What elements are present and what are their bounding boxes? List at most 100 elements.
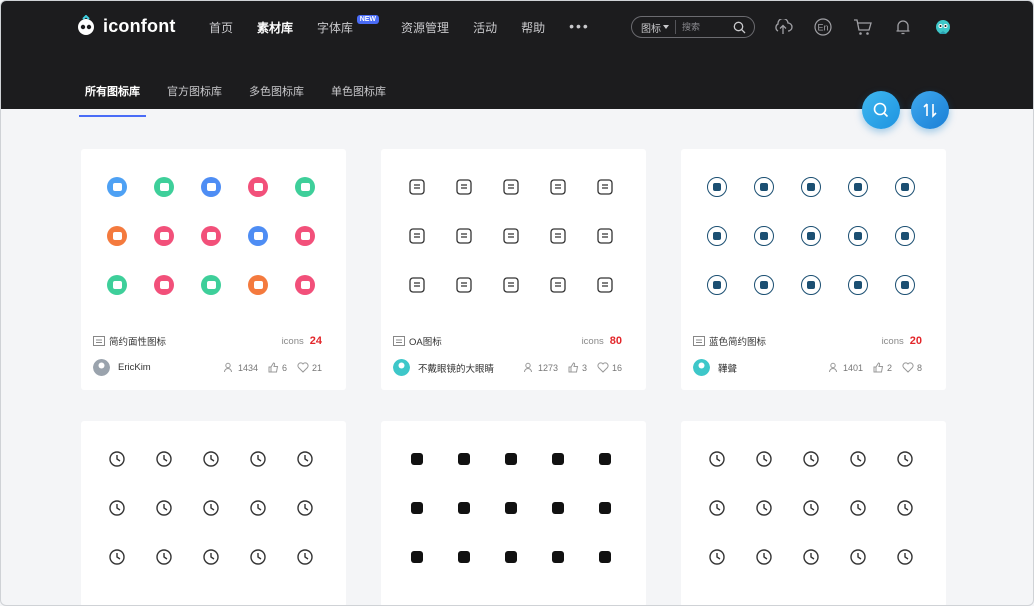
card-author-row: 鞾聲 1401 2 8 xyxy=(693,359,922,376)
author-name[interactable]: 不戴眼镜的大眼睛 xyxy=(418,361,514,375)
tab-monochrome-libraries[interactable]: 单色图标库 xyxy=(331,83,386,109)
nav-item-resources[interactable]: 资源管理 xyxy=(401,19,449,36)
author-name[interactable]: EricKim xyxy=(118,362,214,373)
search-icon[interactable] xyxy=(733,21,746,34)
library-card[interactable] xyxy=(681,421,946,605)
author-avatar[interactable] xyxy=(393,359,410,376)
color-circle-icon xyxy=(152,175,176,199)
icon-preview-grid xyxy=(105,447,325,594)
nav-item-activities[interactable]: 活动 xyxy=(473,19,497,36)
iconfont-logo[interactable]: iconfont xyxy=(75,15,176,37)
search-fab-button[interactable] xyxy=(862,91,900,129)
nav-item-help[interactable]: 帮助 xyxy=(521,19,545,36)
nav-item-materials[interactable]: 素材库 xyxy=(257,19,293,36)
magnet-icon xyxy=(199,496,223,520)
author-name[interactable]: 鞾聲 xyxy=(718,361,819,375)
nav-item-fonts[interactable]: 字体库 NEW xyxy=(317,15,380,36)
icon-preview-grid xyxy=(405,175,625,322)
star-icon xyxy=(499,224,523,248)
heart-icon xyxy=(597,362,609,373)
airplane-icon xyxy=(546,175,570,199)
cloud-upload-icon xyxy=(452,545,476,569)
info-icon xyxy=(893,545,917,569)
library-title[interactable]: 简约面性图标 xyxy=(109,334,282,348)
favorite-stat[interactable]: 8 xyxy=(902,362,922,373)
like-stat[interactable]: 2 xyxy=(873,362,892,373)
icons-label: icons xyxy=(281,335,304,347)
gauge-icon xyxy=(846,273,870,297)
favorite-stat[interactable]: 21 xyxy=(297,362,322,373)
fuel-icon xyxy=(405,273,429,297)
support-icon xyxy=(546,496,570,520)
printer-icon xyxy=(199,447,223,471)
speaker-icon xyxy=(752,175,776,199)
icon-preview-grid xyxy=(105,175,325,322)
tab-multicolor-libraries[interactable]: 多色图标库 xyxy=(249,83,304,109)
library-icon xyxy=(393,336,405,346)
favorite-stat[interactable]: 16 xyxy=(597,362,622,373)
library-card[interactable] xyxy=(381,421,646,605)
pie-chart-icon xyxy=(705,545,729,569)
language-label: En xyxy=(817,23,828,33)
library-title[interactable]: 蓝色简约图标 xyxy=(709,334,882,348)
color-circle-icon xyxy=(105,175,129,199)
library-card[interactable]: OA图标 icons 80 不戴眼镜的大眼睛 1273 3 16 xyxy=(381,149,646,390)
collect-count: 1401 xyxy=(842,362,863,373)
upload-icon xyxy=(846,447,870,471)
search-icon xyxy=(873,102,889,118)
cart-icon xyxy=(499,545,523,569)
person-icon xyxy=(405,224,429,248)
home-icon xyxy=(405,496,429,520)
search-box: 图标 xyxy=(631,16,755,38)
color-circle-icon xyxy=(199,273,223,297)
user-avatar[interactable] xyxy=(933,17,953,37)
language-icon[interactable]: En xyxy=(813,17,833,37)
chevron-down-icon xyxy=(799,496,823,520)
bell-icon[interactable] xyxy=(893,17,913,37)
arrow-down-icon xyxy=(105,496,129,520)
camera-icon xyxy=(705,447,729,471)
like-stat[interactable]: 3 xyxy=(568,362,587,373)
color-circle-icon xyxy=(105,273,129,297)
cart-icon[interactable] xyxy=(853,17,873,37)
color-circle-icon xyxy=(152,224,176,248)
new-badge: NEW xyxy=(356,15,380,24)
window-icon xyxy=(593,224,617,248)
user-icon xyxy=(705,273,729,297)
bell-icon xyxy=(405,545,429,569)
sort-fab-button[interactable] xyxy=(911,91,949,129)
upload-icon[interactable] xyxy=(773,17,793,37)
icon-count: 24 xyxy=(309,335,322,347)
color-circle-icon xyxy=(105,224,129,248)
heart-icon xyxy=(297,362,309,373)
nav-item-fonts-label: 字体库 xyxy=(317,21,354,35)
shield-icon xyxy=(405,175,429,199)
like-count: 2 xyxy=(886,362,892,373)
library-card[interactable]: 简约面性图标 icons 24 EricKim 1434 6 21 xyxy=(81,149,346,390)
chevron-down-icon xyxy=(663,25,669,29)
nav-item-home[interactable]: 首页 xyxy=(209,19,233,36)
color-circle-icon xyxy=(152,273,176,297)
search-input[interactable] xyxy=(676,21,732,33)
tab-official-libraries[interactable]: 官方图标库 xyxy=(167,83,222,109)
box-icon xyxy=(593,175,617,199)
tab-all-libraries[interactable]: 所有图标库 xyxy=(79,83,146,117)
badge-icon xyxy=(546,224,570,248)
basketball-icon xyxy=(246,496,270,520)
library-card[interactable]: 蓝色简约图标 icons 20 鞾聲 1401 2 8 xyxy=(681,149,946,390)
main-nav: 首页 素材库 字体库 NEW 资源管理 活动 帮助 ••• xyxy=(209,15,590,36)
library-title[interactable]: OA图标 xyxy=(409,334,582,348)
more-menu-icon[interactable]: ••• xyxy=(569,18,590,34)
library-card[interactable] xyxy=(81,421,346,605)
ticket-icon xyxy=(452,447,476,471)
color-circle-icon xyxy=(293,273,317,297)
color-circle-icon xyxy=(199,224,223,248)
arrow-down-left-icon xyxy=(246,447,270,471)
like-stat[interactable]: 6 xyxy=(268,362,287,373)
author-avatar[interactable] xyxy=(93,359,110,376)
search-type-select[interactable]: 图标 xyxy=(632,20,676,35)
users-icon xyxy=(223,362,232,373)
author-avatar[interactable] xyxy=(693,359,710,376)
box-icon xyxy=(152,447,176,471)
document-icon xyxy=(452,175,476,199)
